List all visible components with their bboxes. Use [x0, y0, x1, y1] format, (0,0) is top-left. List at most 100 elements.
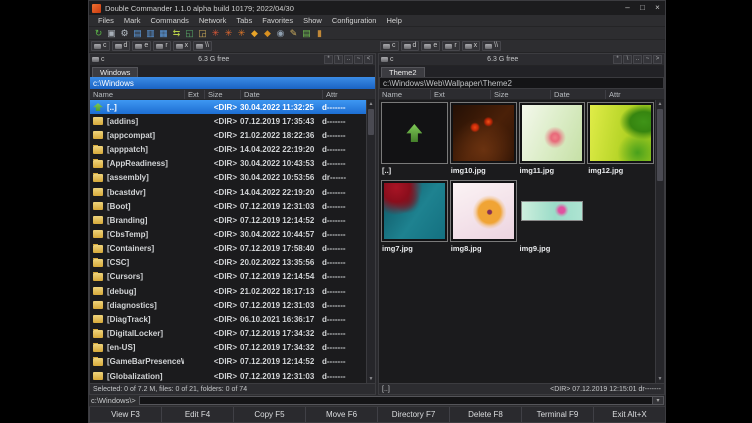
pane-header-button[interactable]: \ — [334, 55, 343, 64]
thumbnail-item[interactable]: [..] — [381, 102, 448, 178]
table-row[interactable]: [Globalization] <DIR> 07.12.2019 12:31:0… — [90, 369, 366, 383]
drive-button[interactable]: \\ — [193, 41, 212, 51]
thumbnail-item[interactable]: img8.jpg — [450, 180, 517, 256]
toolbar-icon[interactable]: ⚙ — [118, 27, 131, 39]
toolbar-icon[interactable]: ✳ — [222, 27, 235, 39]
thumbnail-cell[interactable] — [519, 102, 586, 164]
thumbnail-cell[interactable] — [450, 180, 517, 242]
toolbar-icon[interactable]: ◉ — [274, 27, 287, 39]
menu-item[interactable]: Commands — [146, 16, 194, 25]
table-row[interactable]: [assembly] <DIR> 30.04.2022 10:53:56 dr-… — [90, 171, 366, 185]
toolbar-icon[interactable]: ▮ — [313, 27, 326, 39]
toolbar-icon[interactable]: ◱ — [183, 27, 196, 39]
table-row[interactable]: [diagnostics] <DIR> 07.12.2019 12:31:03 … — [90, 298, 366, 312]
command-history-dropdown-icon[interactable]: ▾ — [653, 396, 664, 405]
scroll-down-icon[interactable]: ▼ — [367, 375, 375, 383]
thumbnail-cell[interactable] — [587, 102, 654, 164]
table-row[interactable]: [Branding] <DIR> 07.12.2019 12:14:52 d--… — [90, 213, 366, 227]
toolbar-icon[interactable]: ▦ — [157, 27, 170, 39]
table-row[interactable]: [AppReadiness] <DIR> 30.04.2022 10:43:53… — [90, 157, 366, 171]
drive-button[interactable]: c — [380, 41, 399, 51]
function-key-button[interactable]: Copy F5 — [233, 407, 305, 422]
function-key-button[interactable]: Directory F7 — [377, 407, 449, 422]
close-button[interactable]: × — [650, 2, 665, 14]
toolbar-icon[interactable]: ✳ — [209, 27, 222, 39]
toolbar-icon[interactable]: ◆ — [261, 27, 274, 39]
table-row[interactable]: [bcastdvr] <DIR> 14.04.2022 22:19:20 d--… — [90, 185, 366, 199]
right-scrollbar[interactable]: ▲ ▼ — [655, 100, 664, 383]
pane-header-button[interactable]: .. — [344, 55, 353, 64]
column-header-date[interactable]: Date — [550, 90, 605, 99]
menu-item[interactable]: Help — [381, 16, 406, 25]
thumbnail-item[interactable]: img7.jpg — [381, 180, 448, 256]
column-header-name[interactable]: Name — [90, 90, 184, 99]
toolbar-icon[interactable]: ▥ — [144, 27, 157, 39]
pane-header-button[interactable]: .. — [633, 55, 642, 64]
menu-item[interactable]: Mark — [119, 16, 146, 25]
maximize-button[interactable]: □ — [635, 2, 650, 14]
column-header-name[interactable]: Name — [379, 90, 430, 99]
scrollbar-thumb[interactable] — [657, 109, 663, 181]
scroll-up-icon[interactable]: ▲ — [367, 100, 375, 108]
table-row[interactable]: [apppatch] <DIR> 14.04.2022 22:19:20 d--… — [90, 142, 366, 156]
menu-item[interactable]: Show — [298, 16, 327, 25]
drive-button[interactable]: x — [462, 41, 481, 51]
table-row[interactable]: [Boot] <DIR> 07.12.2019 12:31:03 d------… — [90, 199, 366, 213]
table-row[interactable]: [addins] <DIR> 07.12.2019 17:35:43 d----… — [90, 114, 366, 128]
function-key-button[interactable]: Terminal F9 — [521, 407, 593, 422]
column-header-attr[interactable]: Attr — [322, 90, 366, 99]
column-header-size[interactable]: Size — [490, 90, 550, 99]
drive-button[interactable]: c — [91, 41, 110, 51]
left-scrollbar[interactable]: ▲ ▼ — [366, 100, 375, 383]
thumbnail-item[interactable]: img12.jpg — [587, 102, 654, 178]
tab-theme2[interactable]: Theme2 — [381, 67, 425, 77]
function-key-button[interactable]: Move F6 — [305, 407, 377, 422]
thumbnail-item[interactable]: img11.jpg — [519, 102, 586, 178]
scroll-down-icon[interactable]: ▼ — [656, 375, 664, 383]
table-row[interactable]: [CbsTemp] <DIR> 30.04.2022 10:44:57 d---… — [90, 227, 366, 241]
right-path-bar[interactable]: c:\Windows\Web\Wallpaper\Theme2 — [379, 77, 664, 89]
drive-button[interactable]: \\ — [482, 41, 501, 51]
toolbar-icon[interactable]: ⇆ — [170, 27, 183, 39]
menu-item[interactable]: Tabs — [231, 16, 257, 25]
pane-header-button[interactable]: \ — [623, 55, 632, 64]
pane-header-button[interactable]: < — [364, 55, 373, 64]
pane-header-button[interactable]: > — [653, 55, 662, 64]
pane-header-button[interactable]: * — [324, 55, 333, 64]
function-key-button[interactable]: Edit F4 — [161, 407, 233, 422]
column-header-size[interactable]: Size — [204, 90, 240, 99]
table-row[interactable]: [Cursors] <DIR> 07.12.2019 12:14:54 d---… — [90, 270, 366, 284]
toolbar-icon[interactable]: ▤ — [131, 27, 144, 39]
drive-button[interactable]: d — [401, 41, 420, 51]
column-header-attr[interactable]: Attr — [605, 90, 655, 99]
thumbnail-cell[interactable] — [519, 180, 586, 242]
column-header-date[interactable]: Date — [240, 90, 322, 99]
toolbar-icon[interactable]: ▤ — [300, 27, 313, 39]
scrollbar-thumb[interactable] — [368, 109, 374, 135]
scroll-up-icon[interactable]: ▲ — [656, 100, 664, 108]
table-row[interactable]: [GameBarPresenceWriter] <DIR> 07.12.2019… — [90, 355, 366, 369]
thumbnail-cell[interactable] — [381, 180, 448, 242]
function-key-button[interactable]: View F3 — [89, 407, 161, 422]
toolbar-icon[interactable]: ◲ — [196, 27, 209, 39]
table-row[interactable]: [DigitalLocker] <DIR> 07.12.2019 17:34:3… — [90, 327, 366, 341]
table-row[interactable]: [Containers] <DIR> 07.12.2019 17:58:40 d… — [90, 242, 366, 256]
drive-button[interactable]: e — [421, 41, 440, 51]
menu-item[interactable]: Network — [194, 16, 232, 25]
toolbar-icon[interactable]: ↻ — [92, 27, 105, 39]
table-row[interactable]: [appcompat] <DIR> 21.02.2022 18:22:36 d-… — [90, 128, 366, 142]
minimize-button[interactable]: – — [620, 2, 635, 14]
function-key-button[interactable]: Exit Alt+X — [593, 407, 665, 422]
tab-windows[interactable]: Windows — [92, 67, 138, 77]
toolbar-icon[interactable]: ◆ — [248, 27, 261, 39]
function-key-button[interactable]: Delete F8 — [449, 407, 521, 422]
toolbar-icon[interactable]: ✎ — [287, 27, 300, 39]
pane-header-button[interactable]: ~ — [354, 55, 363, 64]
thumbnail-cell[interactable] — [450, 102, 517, 164]
pane-header-button[interactable]: * — [613, 55, 622, 64]
table-row[interactable]: [debug] <DIR> 21.02.2022 18:17:13 d-----… — [90, 284, 366, 298]
drive-button[interactable]: r — [442, 41, 459, 51]
thumbnail-item[interactable]: img10.jpg — [450, 102, 517, 178]
drive-button[interactable]: e — [132, 41, 151, 51]
command-line-input[interactable] — [139, 396, 653, 405]
